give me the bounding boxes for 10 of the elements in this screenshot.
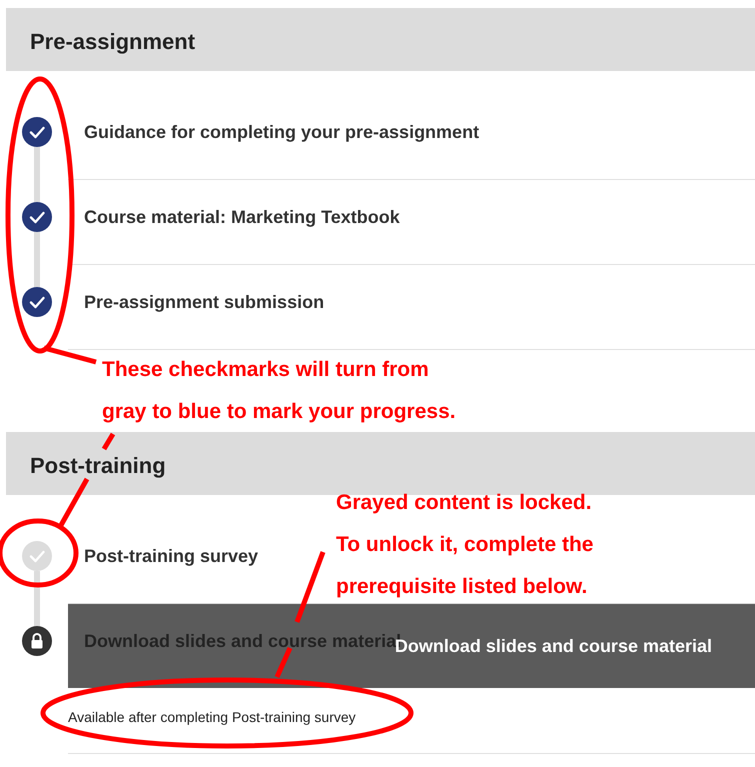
annotation-text: Grayed content is locked. To unlock it, complete the prerequisite listed below. — [336, 490, 594, 600]
section-title: Pre-assignment — [30, 28, 196, 54]
item-title[interactable]: Post-training survey — [84, 543, 258, 569]
leader-line — [43, 346, 97, 364]
annotation-text: These checkmarks will turn from gray to blue to mark your progress. — [102, 357, 456, 425]
section-title: Post-training — [30, 452, 166, 478]
item-title[interactable]: Guidance for completing your pre-assignment — [84, 119, 480, 145]
prerequisite-note: Available after completing Post-training survey — [68, 708, 357, 727]
item-title[interactable]: Course material: Marketing Textbook — [84, 204, 400, 230]
item-title[interactable]: Pre-assignment submission — [84, 289, 324, 315]
